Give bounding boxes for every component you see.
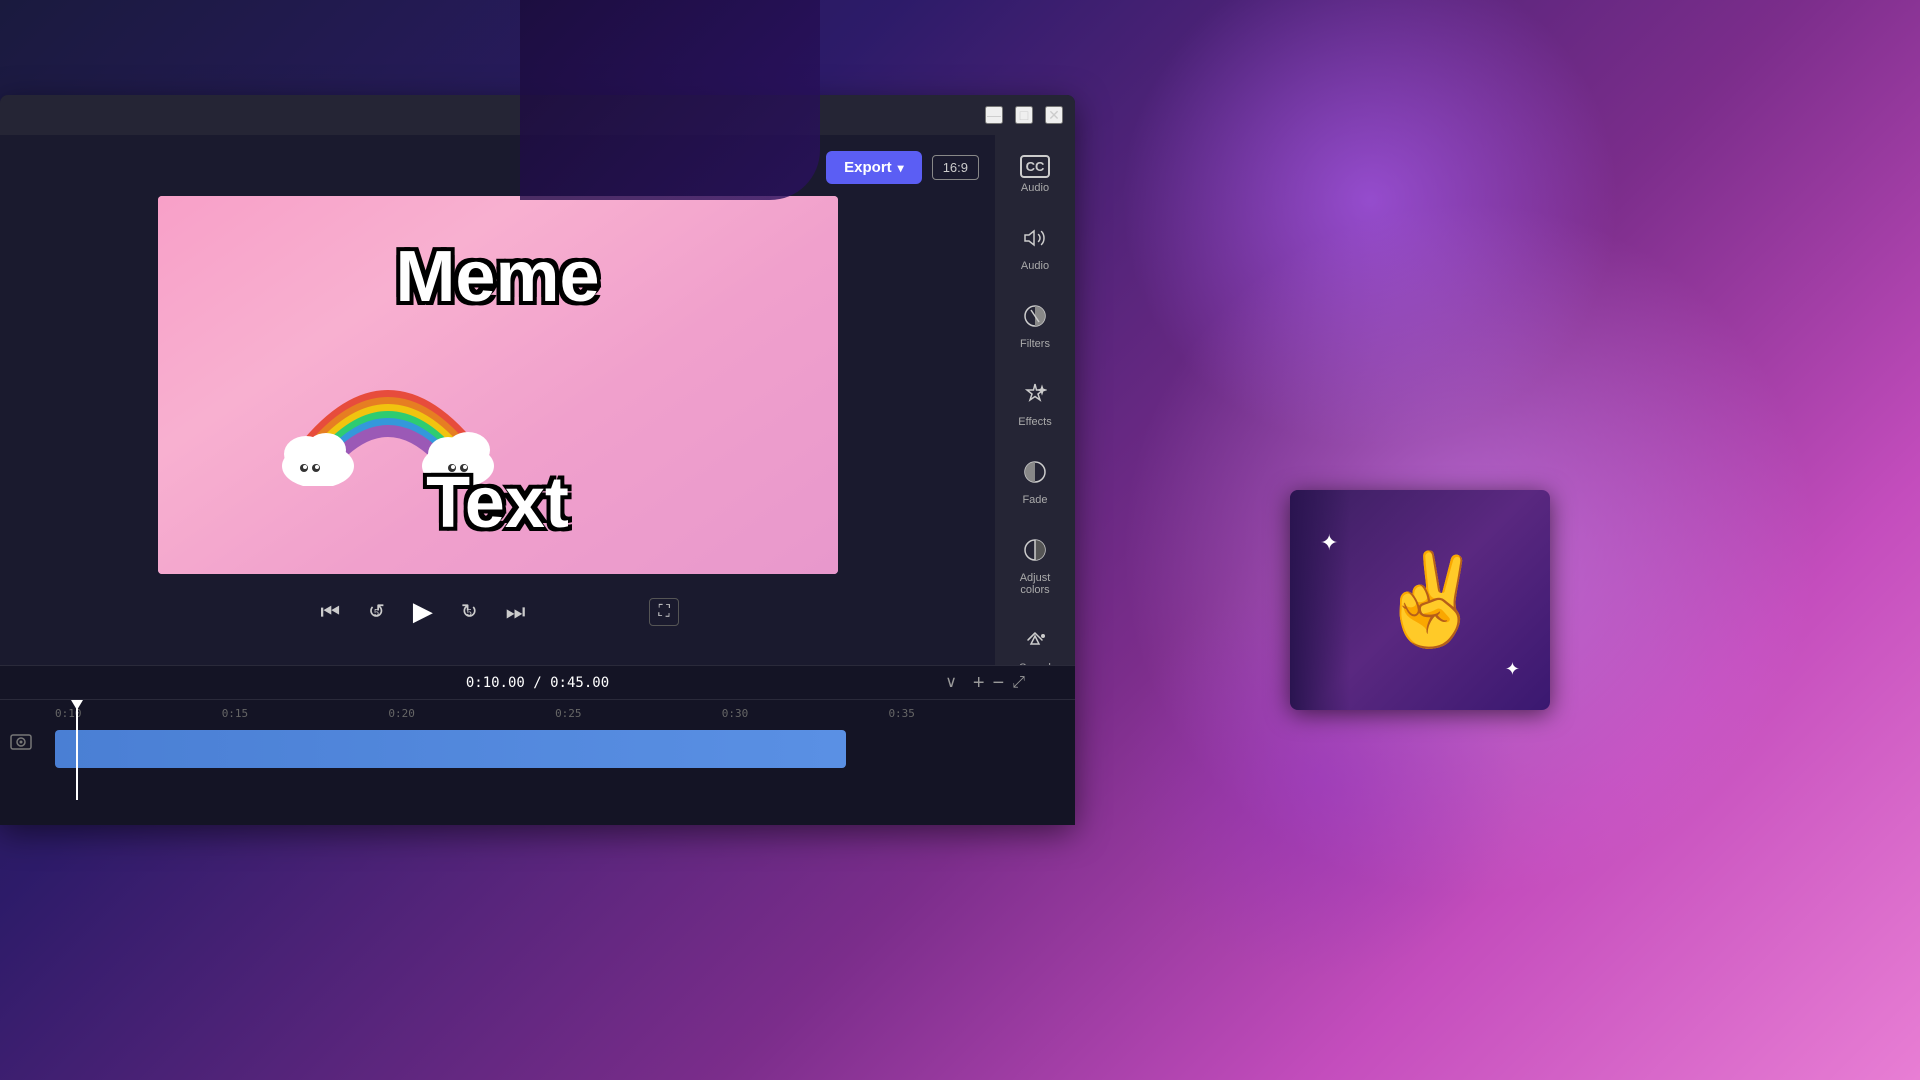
- maximize-button[interactable]: □: [1015, 106, 1033, 124]
- meme-text-top: Meme: [395, 236, 599, 318]
- sidebar-fade-label: Fade: [1022, 494, 1047, 506]
- maximize-icon: □: [1020, 107, 1028, 123]
- sidebar-item-colors[interactable]: Adjust colors: [1000, 528, 1070, 606]
- effects-icon: [1023, 382, 1047, 412]
- forward5-icon: ↻5: [461, 599, 478, 624]
- adjust-colors-icon: [1023, 538, 1047, 568]
- fullscreen-button[interactable]: ⛶: [649, 598, 678, 626]
- zoom-in-button[interactable]: +: [973, 673, 985, 693]
- chevron-down-icon: ∨: [945, 674, 957, 691]
- chevron-down-icon: ▾: [898, 161, 904, 175]
- playhead: [76, 700, 78, 800]
- export-label: Export: [844, 159, 892, 176]
- ruler-marks: 0:10 0:15 0:20 0:25 0:30 0:35: [55, 707, 915, 720]
- sidebar-item-speed[interactable]: Speed: [1000, 618, 1070, 665]
- editor-main: Export ▾ 16:9 Meme: [0, 135, 1075, 665]
- timeline-track-row: [0, 726, 1075, 772]
- fade-icon: [1023, 460, 1047, 490]
- skip-forward-button[interactable]: ⏭: [502, 595, 530, 629]
- sparkle-icon-1: ✦: [1320, 530, 1338, 556]
- sidebar-item-filters[interactable]: Filters: [1000, 294, 1070, 360]
- sidebar-captions-label: Audio: [1021, 182, 1049, 194]
- skip-forward-icon: ⏭: [506, 599, 526, 625]
- thumbnail-overlay-left: [1290, 490, 1350, 710]
- skip-back-button[interactable]: ⏮: [316, 595, 344, 629]
- sidebar-item-fade[interactable]: Fade: [1000, 450, 1070, 516]
- bg-dark-corner: [520, 0, 820, 200]
- thumbnail-content: ✌️ ✦ ✦: [1290, 490, 1550, 710]
- meme-text-bottom: Text: [426, 462, 569, 544]
- close-icon: ✕: [1048, 107, 1060, 124]
- timeline-collapse-button[interactable]: ∨: [945, 672, 957, 692]
- sparkle-icon-2: ✦: [1505, 659, 1520, 680]
- ruler-mark-4: 0:30: [722, 707, 749, 720]
- window-controls: — □ ✕: [985, 106, 1063, 124]
- expand-button[interactable]: ⤢: [1012, 673, 1025, 693]
- right-sidebar: CC Audio Audio: [995, 135, 1075, 665]
- cc-icon: CC: [1020, 155, 1051, 178]
- preview-toolbar: Export ▾ 16:9: [16, 151, 979, 184]
- forward5-button[interactable]: ↻5: [457, 595, 482, 628]
- sidebar-item-audio[interactable]: Audio: [1000, 216, 1070, 282]
- timeline-toolbar: 0:10.00 / 0:45.00 + − ⤢: [0, 666, 1075, 700]
- ruler-mark-2: 0:20: [388, 707, 415, 720]
- ruler-mark-5: 0:35: [888, 707, 915, 720]
- play-icon: ▶: [413, 596, 433, 627]
- sidebar-colors-label: Adjust colors: [1006, 572, 1064, 596]
- video-canvas: Meme: [158, 196, 838, 574]
- export-button[interactable]: Export ▾: [826, 151, 922, 184]
- preview-area: Export ▾ 16:9 Meme: [0, 135, 995, 665]
- audio-icon: [1023, 226, 1047, 256]
- zoom-controls: + − ⤢: [700, 673, 1025, 693]
- timeline-clip[interactable]: [55, 730, 846, 768]
- cartoon-character: ✌️: [1375, 548, 1487, 653]
- minimize-button[interactable]: —: [985, 106, 1003, 124]
- skip-back-icon: ⏮: [320, 599, 340, 625]
- aspect-ratio-button[interactable]: 16:9: [932, 155, 979, 180]
- timeline-ruler: 0:10 0:15 0:20 0:25 0:30 0:35: [0, 700, 1075, 726]
- rewind5-icon: ↺5: [368, 599, 385, 624]
- floating-thumbnail: ✌️ ✦ ✦: [1290, 490, 1550, 710]
- media-track-icon: [10, 731, 32, 758]
- ruler-mark-3: 0:25: [555, 707, 582, 720]
- sidebar-item-effects[interactable]: Effects: [1000, 372, 1070, 438]
- fullscreen-icon: ⛶: [658, 603, 669, 620]
- ruler-mark-1: 0:15: [222, 707, 249, 720]
- sidebar-filters-label: Filters: [1020, 338, 1050, 350]
- zoom-out-button[interactable]: −: [993, 673, 1005, 693]
- sidebar-effects-label: Effects: [1018, 416, 1051, 428]
- minimize-icon: —: [987, 107, 1001, 123]
- rewind5-button[interactable]: ↺5: [364, 595, 389, 628]
- sidebar-audio-label: Audio: [1021, 260, 1049, 272]
- time-display: 0:10.00 / 0:45.00: [375, 675, 700, 691]
- close-button[interactable]: ✕: [1045, 106, 1063, 124]
- aspect-ratio-label: 16:9: [943, 160, 968, 175]
- speed-icon: [1023, 628, 1047, 658]
- playback-controls: ⏮ ↺5 ▶ ↻5 ⏭: [16, 592, 979, 631]
- play-button[interactable]: ▶: [409, 592, 437, 631]
- editor-window: — □ ✕ Export ▾ 16:9: [0, 95, 1075, 825]
- filters-icon: [1023, 304, 1047, 334]
- sidebar-item-captions[interactable]: CC Audio: [1000, 145, 1070, 204]
- bg-blob-1: [1120, 0, 1620, 450]
